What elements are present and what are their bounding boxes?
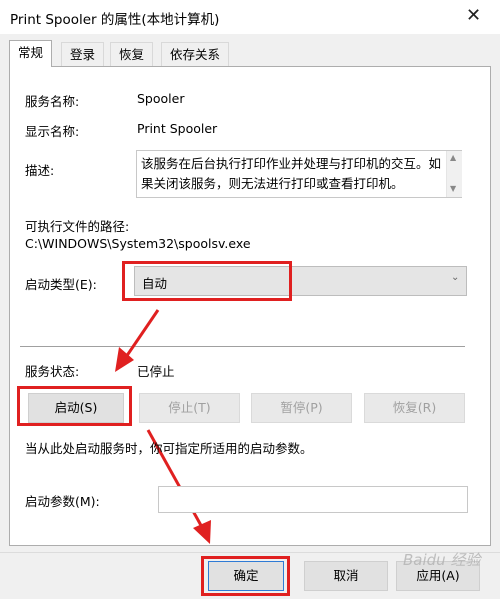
tab-general[interactable]: 常规 [9, 40, 53, 67]
service-status-value: 已停止 [137, 364, 175, 379]
watermark-logo: Baidu 经验 [403, 551, 481, 569]
pause-button[interactable]: 暂停(P) [251, 393, 352, 423]
cancel-button[interactable]: 取消 [304, 561, 388, 591]
start-params-hint: 当从此处启动服务时，你可指定所适用的启动参数。 [25, 441, 313, 456]
ok-button[interactable]: 确定 [208, 561, 284, 591]
annotation-arrowhead-2 [193, 520, 211, 544]
resume-button[interactable]: 恢复(R) [364, 393, 465, 423]
service-status-label: 服务状态: [25, 364, 80, 379]
start-button[interactable]: 启动(S) [28, 393, 124, 423]
annotation-arrow-1 [124, 309, 160, 358]
start-params-input[interactable] [158, 486, 468, 513]
start-params-label: 启动参数(M): [25, 494, 100, 509]
stop-button[interactable]: 停止(T) [139, 393, 240, 423]
